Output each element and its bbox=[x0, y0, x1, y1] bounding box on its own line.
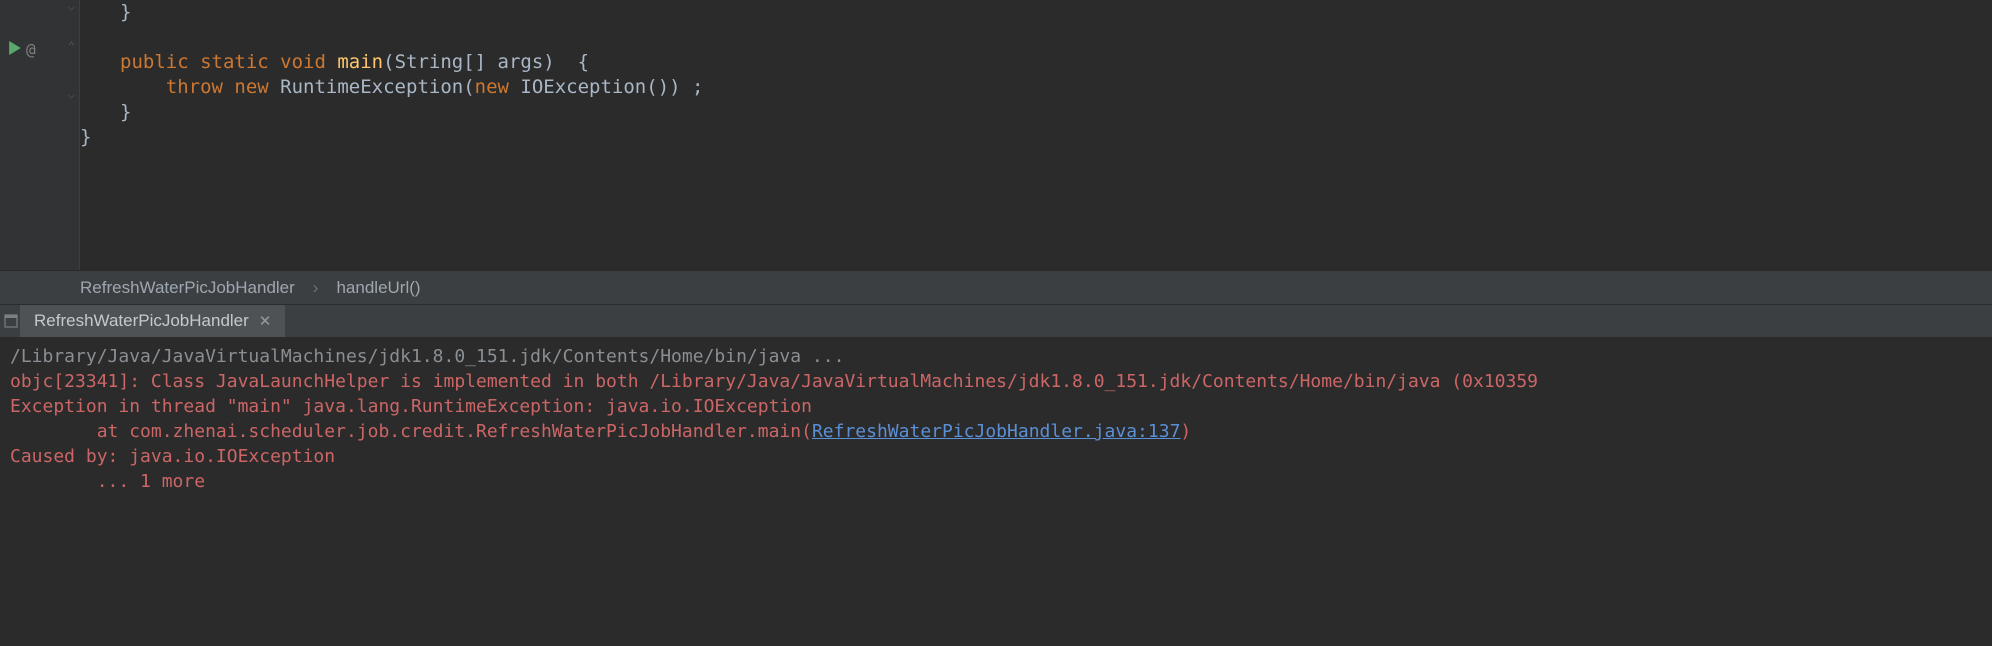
keyword-new: new bbox=[475, 76, 521, 98]
keyword-void: void bbox=[280, 51, 337, 73]
console-command: /Library/Java/JavaVirtualMachines/jdk1.8… bbox=[10, 346, 844, 367]
run-gutter-icon[interactable]: @ bbox=[8, 39, 36, 60]
code-text: } bbox=[80, 126, 91, 148]
toolwindow-icon[interactable] bbox=[0, 305, 20, 337]
editor-gutter: @ ⌵ ⌃ ⌵ bbox=[0, 0, 80, 270]
method-name: main bbox=[337, 51, 383, 73]
chevron-right-icon: › bbox=[313, 278, 319, 298]
override-icon: @ bbox=[26, 40, 36, 59]
console-caused-by: Caused by: java.io.IOException bbox=[10, 446, 335, 467]
console-more: ... 1 more bbox=[10, 471, 205, 492]
fold-end-icon[interactable]: ⌵ bbox=[68, 0, 75, 12]
run-tab-label: RefreshWaterPicJobHandler bbox=[34, 311, 249, 331]
class-runtimeexception: RuntimeException bbox=[280, 76, 463, 98]
console-exception: Exception in thread "main" java.lang.Run… bbox=[10, 396, 812, 417]
console-objc-line: objc[23341]: Class JavaLaunchHelper is i… bbox=[10, 371, 1538, 392]
code-text: ( bbox=[463, 76, 474, 98]
keyword-public: public bbox=[120, 51, 200, 73]
fold-start-icon[interactable]: ⌃ bbox=[68, 40, 75, 52]
console-output[interactable]: /Library/Java/JavaVirtualMachines/jdk1.8… bbox=[0, 338, 1992, 504]
keyword-static: static bbox=[200, 51, 280, 73]
keyword-throw: throw bbox=[166, 76, 235, 98]
fold-end-icon[interactable]: ⌵ bbox=[68, 88, 75, 100]
breadcrumb-class[interactable]: RefreshWaterPicJobHandler bbox=[80, 278, 295, 298]
method-params: (String[] args) { bbox=[383, 51, 589, 73]
run-config-tab[interactable]: RefreshWaterPicJobHandler ✕ bbox=[20, 305, 285, 337]
close-icon[interactable]: ✕ bbox=[259, 312, 272, 330]
code-content[interactable]: } public static void main(String[] args)… bbox=[80, 0, 703, 270]
keyword-new: new bbox=[234, 76, 280, 98]
console-stack-at: at com.zhenai.scheduler.job.credit.Refre… bbox=[10, 421, 812, 442]
breadcrumb-method[interactable]: handleUrl() bbox=[336, 278, 420, 298]
code-editor[interactable]: @ ⌵ ⌃ ⌵ } public static void main(String… bbox=[0, 0, 1992, 270]
code-text: ()) ; bbox=[646, 76, 703, 98]
code-text: } bbox=[120, 1, 131, 23]
console-text: ) bbox=[1180, 421, 1191, 442]
play-icon bbox=[8, 39, 22, 60]
run-tab-bar: RefreshWaterPicJobHandler ✕ bbox=[0, 304, 1992, 338]
code-text: } bbox=[120, 101, 131, 123]
breadcrumb[interactable]: RefreshWaterPicJobHandler › handleUrl() bbox=[0, 270, 1992, 304]
class-ioexception: IOException bbox=[520, 76, 646, 98]
stacktrace-link[interactable]: RefreshWaterPicJobHandler.java:137 bbox=[812, 421, 1180, 442]
